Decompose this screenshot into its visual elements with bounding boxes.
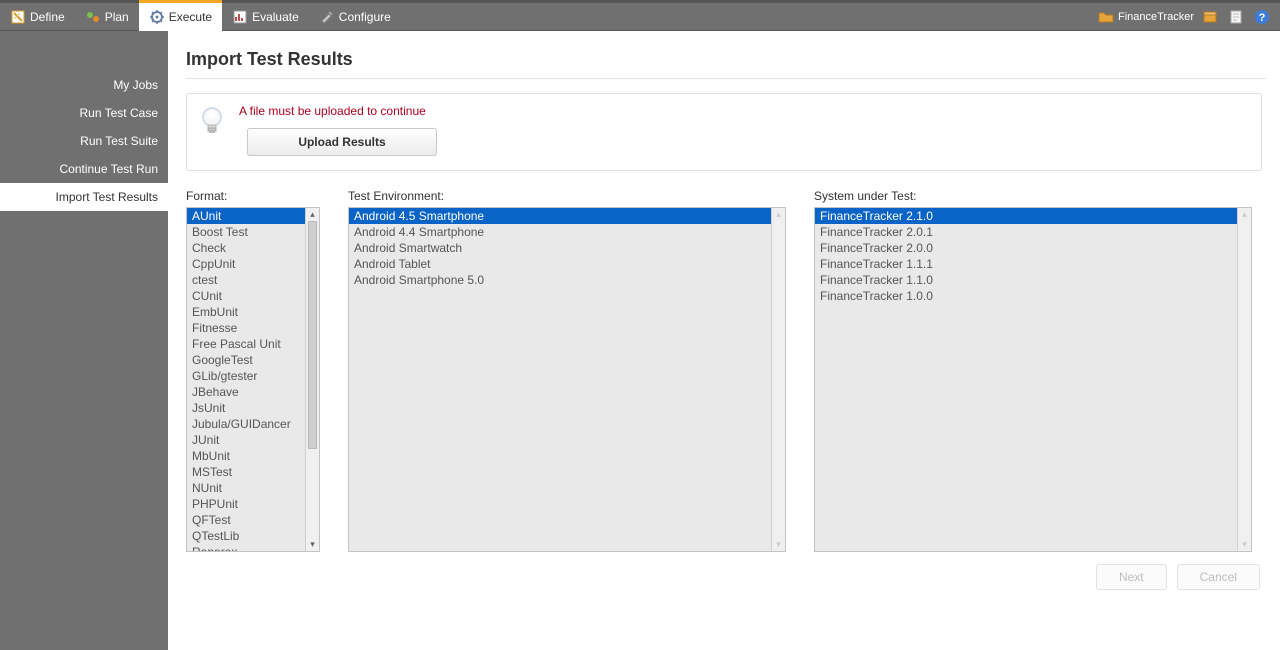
list-item[interactable]: FinanceTracker 1.1.1 (815, 256, 1237, 272)
scroll-up-icon: ▴ (1242, 208, 1247, 221)
tab-plan[interactable]: Plan (75, 3, 139, 30)
sidebar-item-label: Import Test Results (56, 190, 158, 204)
plan-icon (85, 9, 101, 25)
list-item[interactable]: FinanceTracker 2.1.0 (815, 208, 1237, 224)
list-item[interactable]: Android 4.4 Smartphone (349, 224, 771, 240)
list-item[interactable]: AUnit (187, 208, 305, 224)
list-item[interactable]: QTestLib (187, 528, 305, 544)
message-box: A file must be uploaded to continue Uplo… (186, 93, 1262, 171)
list-item[interactable]: ctest (187, 272, 305, 288)
stash-icon[interactable] (1200, 7, 1220, 27)
svg-text:?: ? (1259, 12, 1266, 24)
list-item[interactable]: Ranorex (187, 544, 305, 551)
tab-label: Plan (105, 10, 129, 24)
next-button[interactable]: Next (1096, 564, 1167, 590)
folder-icon (1098, 9, 1114, 25)
scroll-up-icon[interactable]: ▴ (310, 208, 315, 221)
list-item[interactable]: Android Tablet (349, 256, 771, 272)
list-item[interactable]: FinanceTracker 2.0.0 (815, 240, 1237, 256)
list-item[interactable]: QFTest (187, 512, 305, 528)
sidebar-item-label: My Jobs (113, 78, 158, 92)
format-label: Format: (186, 189, 320, 203)
list-item[interactable]: Jubula/GUIDancer (187, 416, 305, 432)
help-icon[interactable]: ? (1252, 7, 1272, 27)
document-icon[interactable] (1226, 7, 1246, 27)
scrollbar: ▴ ▾ (1237, 208, 1251, 551)
list-item[interactable]: Android Smartwatch (349, 240, 771, 256)
list-item[interactable]: FinanceTracker 2.0.1 (815, 224, 1237, 240)
list-item[interactable]: PHPUnit (187, 496, 305, 512)
test-environment-label: Test Environment: (348, 189, 786, 203)
list-item[interactable]: FinanceTracker 1.1.0 (815, 272, 1237, 288)
tab-label: Configure (339, 10, 391, 24)
list-item[interactable]: Fitnesse (187, 320, 305, 336)
tab-evaluate[interactable]: Evaluate (222, 3, 309, 30)
list-item[interactable]: Boost Test (187, 224, 305, 240)
sidebar-item-label: Continue Test Run (59, 162, 158, 176)
list-item[interactable]: Android 4.5 Smartphone (349, 208, 771, 224)
tab-define[interactable]: Define (0, 3, 75, 30)
upload-results-button[interactable]: Upload Results (247, 128, 437, 156)
list-item[interactable]: CppUnit (187, 256, 305, 272)
scroll-up-icon: ▴ (776, 208, 781, 221)
list-item[interactable]: Free Pascal Unit (187, 336, 305, 352)
cancel-button[interactable]: Cancel (1177, 564, 1260, 590)
tab-label: Evaluate (252, 10, 299, 24)
list-item[interactable]: Android Smartphone 5.0 (349, 272, 771, 288)
main-content: Import Test Results A file must be uploa… (168, 31, 1280, 650)
scroll-down-icon: ▾ (776, 538, 781, 551)
tab-configure[interactable]: Configure (309, 3, 401, 30)
sidebar-item-import-test-results[interactable]: Import Test Results (0, 183, 168, 211)
list-item[interactable]: FinanceTracker 1.0.0 (815, 288, 1237, 304)
project-selector[interactable]: FinanceTracker (1098, 9, 1194, 25)
system-under-test-listbox[interactable]: FinanceTracker 2.1.0FinanceTracker 2.0.1… (814, 207, 1252, 552)
list-item[interactable]: JsUnit (187, 400, 305, 416)
sidebar-item-my-jobs[interactable]: My Jobs (0, 71, 168, 99)
test-environment-listbox[interactable]: Android 4.5 SmartphoneAndroid 4.4 Smartp… (348, 207, 786, 552)
scrollbar[interactable]: ▴ ▾ (305, 208, 319, 551)
tab-label: Define (30, 10, 65, 24)
sidebar-item-run-test-suite[interactable]: Run Test Suite (0, 127, 168, 155)
define-icon (10, 9, 26, 25)
list-item[interactable]: CUnit (187, 288, 305, 304)
project-name: FinanceTracker (1118, 11, 1194, 23)
top-toolbar: Define Plan Execute Evaluate Configure F… (0, 3, 1280, 31)
list-item[interactable]: MSTest (187, 464, 305, 480)
sidebar-item-label: Run Test Suite (80, 134, 158, 148)
error-message: A file must be uploaded to continue (239, 104, 437, 118)
list-item[interactable]: JUnit (187, 432, 305, 448)
scrollbar: ▴ ▾ (771, 208, 785, 551)
scroll-down-icon: ▾ (1242, 538, 1247, 551)
sidebar-item-run-test-case[interactable]: Run Test Case (0, 99, 168, 127)
configure-icon (319, 9, 335, 25)
list-item[interactable]: GoogleTest (187, 352, 305, 368)
list-item[interactable]: Check (187, 240, 305, 256)
list-item[interactable]: EmbUnit (187, 304, 305, 320)
list-item[interactable]: GLib/gtester (187, 368, 305, 384)
page-title: Import Test Results (186, 49, 1262, 70)
scroll-down-icon[interactable]: ▾ (310, 538, 315, 551)
tab-label: Execute (169, 10, 212, 24)
tab-execute[interactable]: Execute (139, 0, 222, 31)
lightbulb-icon (199, 106, 225, 136)
list-item[interactable]: MbUnit (187, 448, 305, 464)
format-listbox[interactable]: AUnitBoost TestCheckCppUnitctestCUnitEmb… (186, 207, 320, 552)
list-item[interactable]: JBehave (187, 384, 305, 400)
sidebar-item-continue-test-run[interactable]: Continue Test Run (0, 155, 168, 183)
left-sidebar: My Jobs Run Test Case Run Test Suite Con… (0, 31, 168, 650)
evaluate-icon (232, 9, 248, 25)
system-under-test-label: System under Test: (814, 189, 1252, 203)
sidebar-item-label: Run Test Case (80, 106, 159, 120)
execute-icon (149, 9, 165, 25)
list-item[interactable]: NUnit (187, 480, 305, 496)
